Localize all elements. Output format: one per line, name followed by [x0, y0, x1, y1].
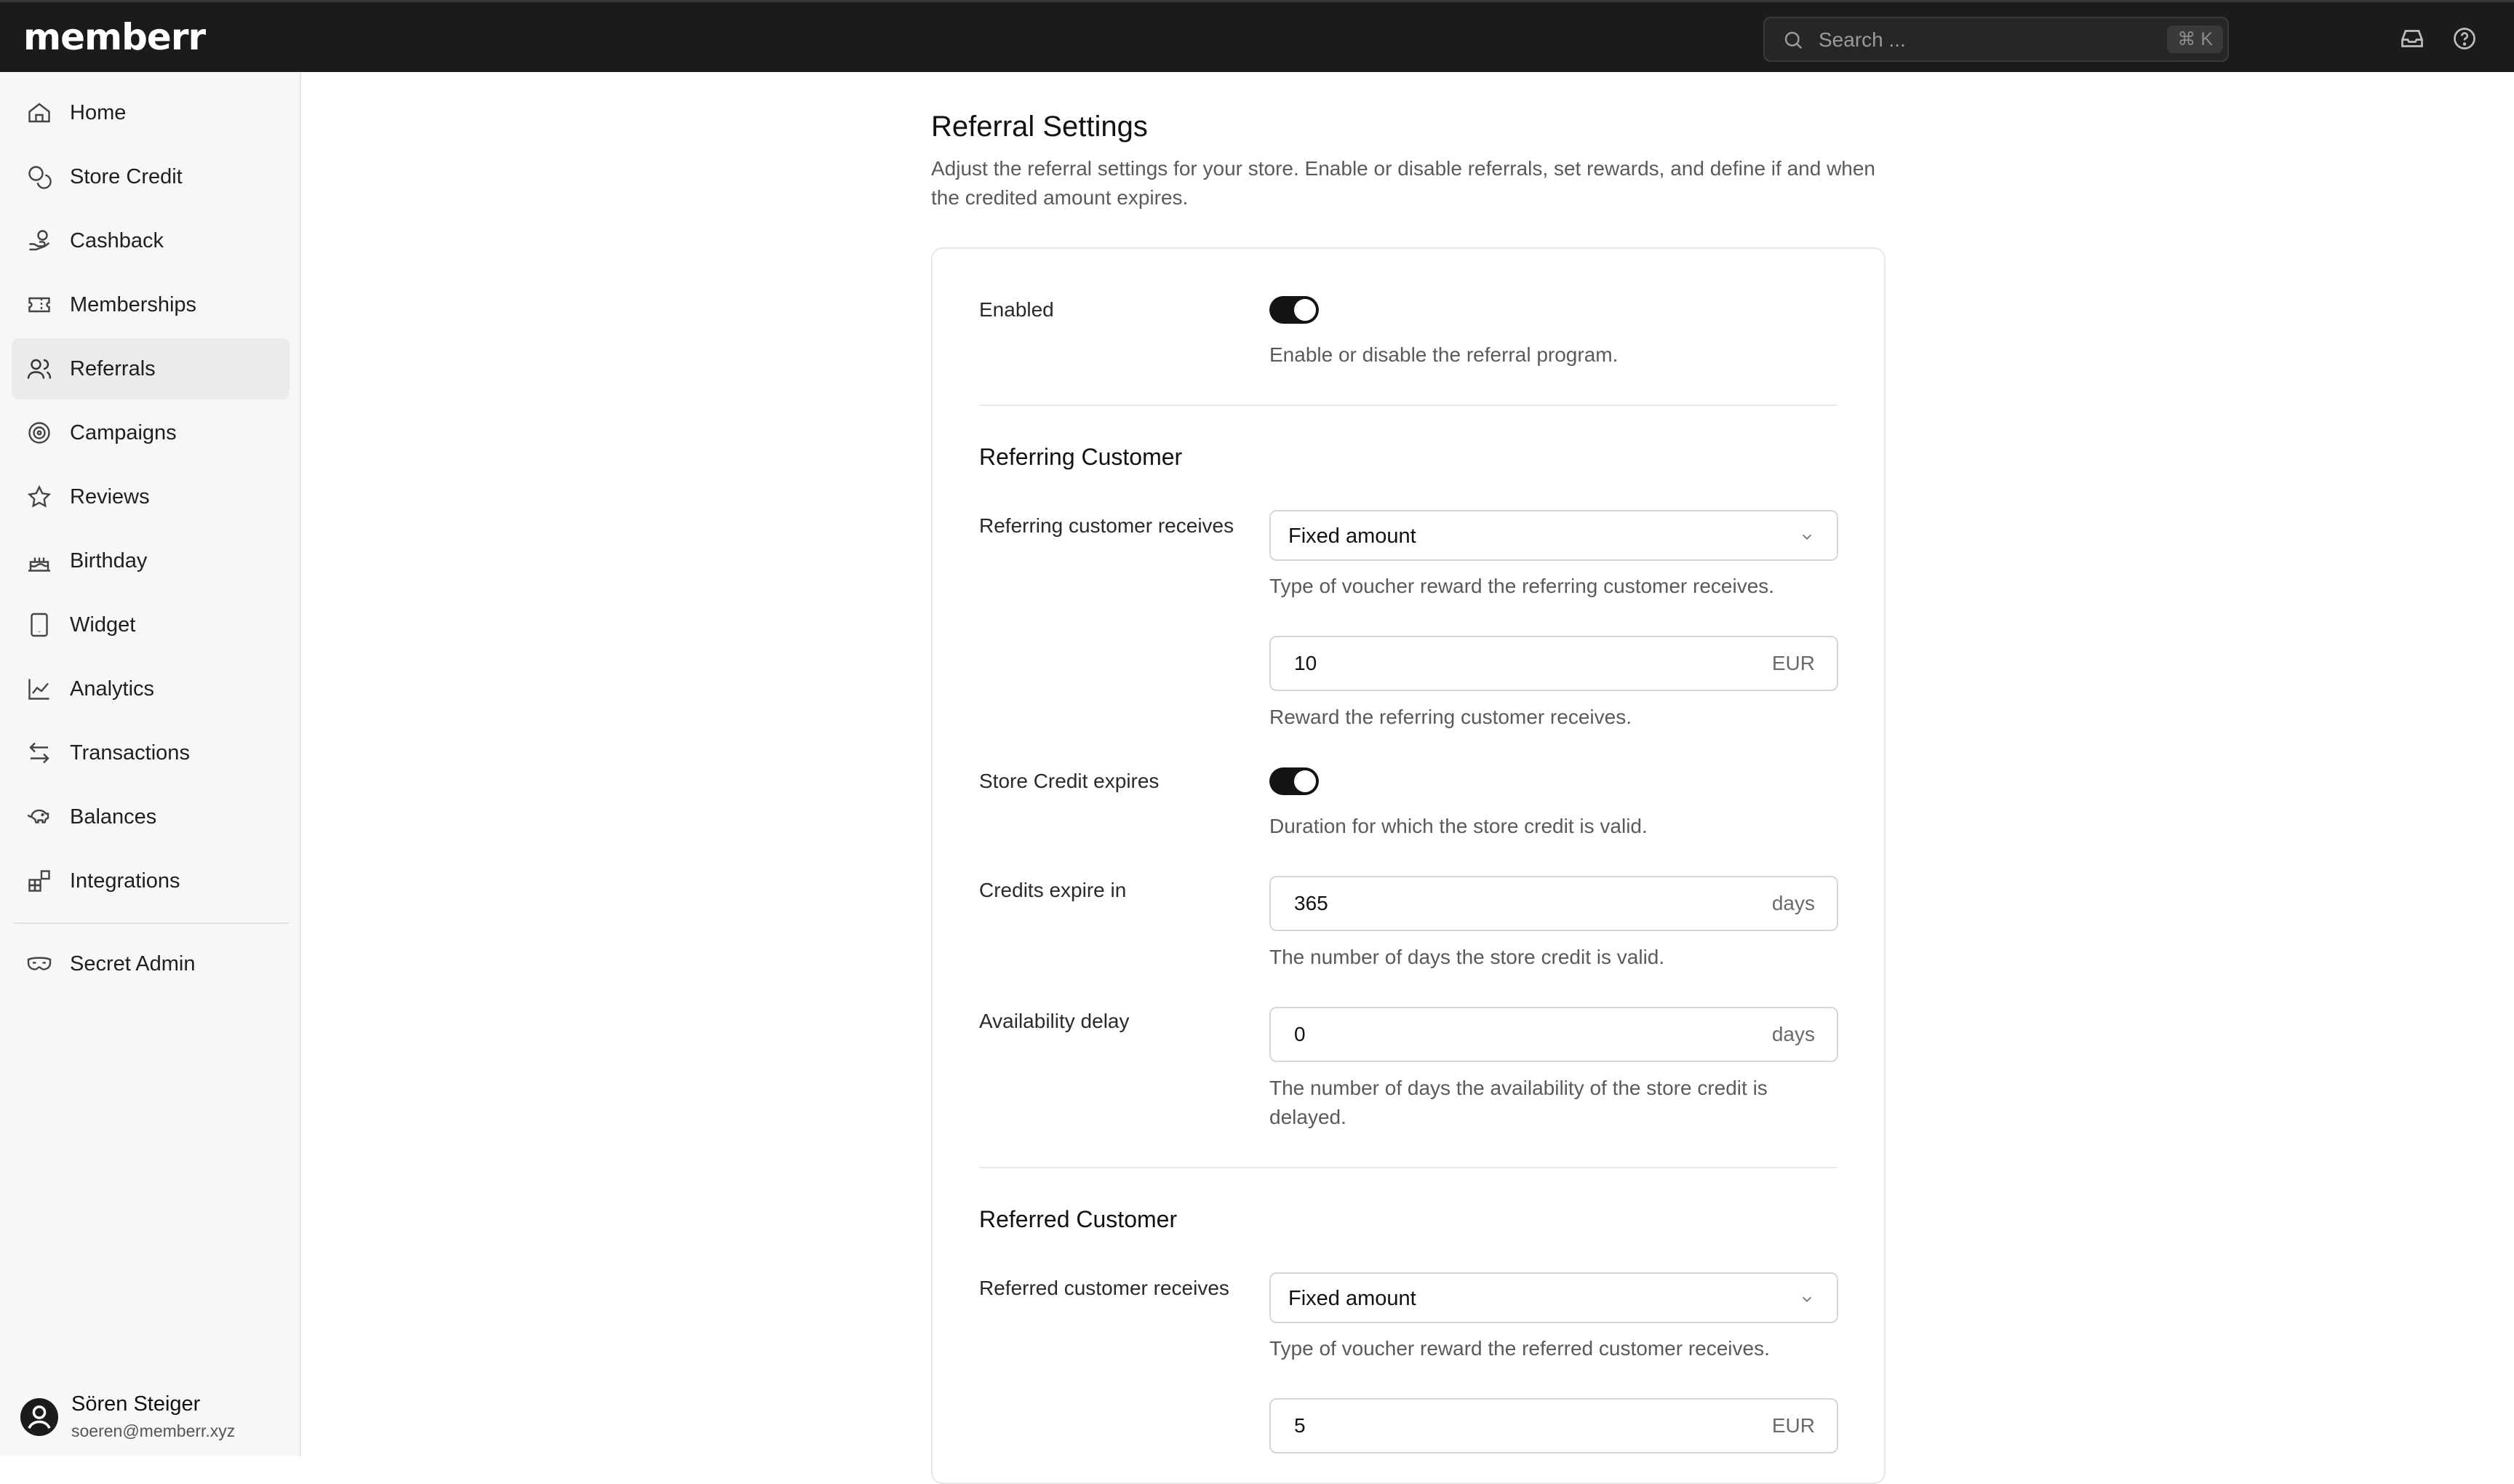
store-credit-expires-help: Duration for which the store credit is v… — [1269, 815, 1648, 837]
select-value: Fixed amount — [1288, 1287, 1416, 1310]
users-icon — [26, 356, 52, 382]
sidebar: Home Store Credit Cashback Memberships R… — [0, 72, 301, 1456]
search-box[interactable]: Search ... ⌘ K — [1763, 17, 2229, 62]
sidebar-item-label: Campaigns — [70, 421, 177, 444]
sidebar-item-cashback[interactable]: Cashback — [12, 210, 290, 271]
hand-coins-icon — [26, 228, 52, 254]
sidebar-item-label: Home — [70, 101, 127, 124]
input-value: 10 — [1294, 652, 1317, 674]
sidebar-item-campaigns[interactable]: Campaigns — [12, 402, 290, 463]
star-icon — [26, 484, 52, 510]
page-description: Adjust the referral settings for your st… — [931, 157, 1876, 209]
input-value: 0 — [1294, 1023, 1306, 1045]
availability-delay-label: Availability delay — [979, 1010, 1130, 1032]
chevron-down-icon — [1799, 529, 1815, 548]
sidebar-item-label: Cashback — [70, 229, 164, 252]
credits-expire-in-help: The number of days the store credit is v… — [1269, 946, 1665, 968]
credits-expire-in-label: Credits expire in — [979, 879, 1127, 901]
help-icon[interactable] — [2451, 25, 2478, 55]
sidebar-item-label: Store Credit — [70, 165, 183, 188]
referred-receives-help: Type of voucher reward the referred cust… — [1269, 1337, 1770, 1360]
referring-section-title: Referring Customer — [979, 444, 1183, 470]
search-shortcut: ⌘ K — [2167, 25, 2223, 53]
referred-amount-input[interactable]: 5 EUR — [1269, 1398, 1838, 1453]
sidebar-item-label: Birthday — [70, 549, 148, 573]
sidebar-item-memberships[interactable]: Memberships — [12, 274, 290, 335]
cake-icon — [26, 548, 52, 574]
referred-receives-label: Referred customer receives — [979, 1277, 1229, 1299]
sidebar-item-widget[interactable]: Widget — [12, 594, 290, 655]
sidebar-item-label: Reviews — [70, 485, 150, 508]
user-icon — [28, 1405, 51, 1429]
enabled-help: Enable or disable the referral program. — [1269, 343, 1619, 366]
input-value: 5 — [1294, 1414, 1306, 1437]
ticket-icon — [26, 292, 52, 318]
store-credit-expires-label: Store Credit expires — [979, 770, 1160, 792]
sidebar-item-balances[interactable]: Balances — [12, 786, 290, 847]
coins-icon — [26, 164, 52, 190]
sidebar-item-integrations[interactable]: Integrations — [12, 850, 290, 911]
sidebar-item-store-credit[interactable]: Store Credit — [12, 146, 290, 207]
select-value: Fixed amount — [1288, 524, 1416, 548]
sidebar-item-label: Secret Admin — [70, 952, 196, 976]
sidebar-item-analytics[interactable]: Analytics — [12, 658, 290, 719]
referred-section-title: Referred Customer — [979, 1206, 1178, 1232]
sidebar-item-birthday[interactable]: Birthday — [12, 530, 290, 591]
sidebar-item-label: Transactions — [70, 741, 190, 765]
search-placeholder: Search ... — [1819, 28, 1906, 51]
user-profile[interactable]: Sören Steiger soeren@memberr.xyz — [20, 1389, 290, 1448]
credits-expire-in-input[interactable]: 365 days — [1269, 876, 1838, 931]
referred-receives-select[interactable]: Fixed amount — [1269, 1272, 1838, 1323]
input-unit: days — [1771, 892, 1815, 914]
sidebar-item-reviews[interactable]: Reviews — [12, 466, 290, 527]
referring-receives-select[interactable]: Fixed amount — [1269, 510, 1838, 561]
sidebar-item-label: Analytics — [70, 677, 155, 701]
blocks-icon — [26, 868, 52, 894]
app-logo[interactable]: memberr — [23, 18, 206, 56]
availability-delay-input[interactable]: 0 days — [1269, 1007, 1838, 1062]
mask-icon — [26, 951, 52, 977]
chart-icon — [26, 676, 52, 702]
sidebar-item-label: Balances — [70, 805, 157, 829]
piggy-bank-icon — [26, 804, 52, 830]
sidebar-item-home[interactable]: Home — [12, 82, 290, 143]
user-name: Sören Steiger — [71, 1392, 201, 1416]
referring-receives-label: Referring customer receives — [979, 514, 1234, 537]
sidebar-divider — [13, 922, 290, 924]
referring-receives-help: Type of voucher reward the referring cus… — [1269, 575, 1775, 597]
input-unit: days — [1771, 1023, 1815, 1045]
enabled-toggle[interactable] — [1269, 296, 1319, 324]
sidebar-item-label: Referrals — [70, 357, 156, 380]
input-value: 365 — [1294, 892, 1328, 914]
sidebar-item-label: Integrations — [70, 869, 180, 893]
sidebar-item-secret-admin[interactable]: Secret Admin — [12, 933, 290, 994]
input-unit: EUR — [1771, 652, 1815, 674]
search-icon — [1782, 29, 1804, 55]
referring-amount-help: Reward the referring customer receives. — [1269, 706, 1632, 728]
store-credit-expires-toggle[interactable] — [1269, 767, 1319, 795]
avatar — [20, 1398, 58, 1436]
home-icon — [26, 100, 52, 126]
sidebar-item-referrals[interactable]: Referrals — [12, 338, 290, 399]
tablet-icon — [26, 612, 52, 638]
arrows-left-right-icon — [26, 740, 52, 766]
referring-amount-input[interactable]: 10 EUR — [1269, 636, 1838, 691]
page-title: Referral Settings — [931, 111, 1148, 143]
top-bar: memberr Search ... ⌘ K — [0, 0, 2514, 72]
sidebar-item-label: Widget — [70, 613, 136, 637]
input-unit: EUR — [1771, 1414, 1815, 1437]
chevron-down-icon — [1799, 1291, 1815, 1311]
inbox-icon[interactable] — [2399, 25, 2425, 55]
section-divider — [979, 1167, 1837, 1168]
sidebar-item-transactions[interactable]: Transactions — [12, 722, 290, 783]
section-divider — [979, 404, 1837, 406]
availability-delay-help: The number of days the availability of t… — [1269, 1077, 1768, 1128]
target-icon — [26, 420, 52, 446]
user-email: soeren@memberr.xyz — [71, 1421, 236, 1440]
enabled-label: Enabled — [979, 298, 1054, 321]
sidebar-item-label: Memberships — [70, 293, 197, 316]
